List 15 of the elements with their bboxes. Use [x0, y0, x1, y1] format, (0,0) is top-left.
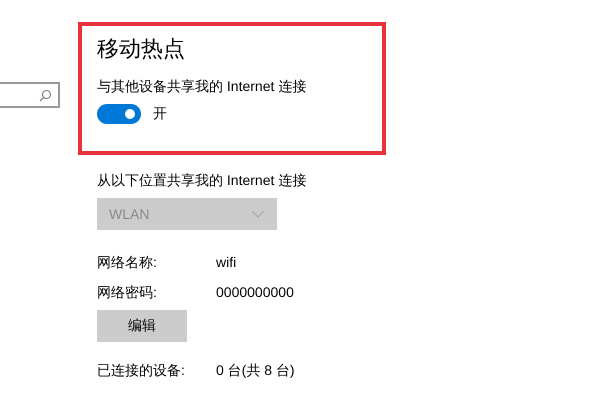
source-label: 从以下位置共享我的 Internet 连接	[97, 171, 308, 190]
search-field[interactable]	[0, 82, 60, 108]
search-icon	[39, 88, 52, 102]
field-value: wifi	[216, 253, 236, 272]
share-label: 与其他设备共享我的 Internet 连接	[97, 77, 308, 96]
field-label: 网络名称:	[97, 253, 158, 272]
field-value: 0000000000	[216, 283, 294, 302]
toggle-switch[interactable]	[97, 104, 141, 124]
connected-value: 0 台(共 8 台)	[216, 361, 295, 380]
edit-button[interactable]: 编辑	[97, 310, 187, 342]
section-title: 移动热点	[97, 35, 186, 63]
chevron-icon	[251, 210, 265, 218]
field-label: 网络密码:	[97, 283, 158, 302]
connected-label: 已连接的设备:	[97, 361, 186, 380]
toggle-label: 开	[153, 105, 167, 123]
